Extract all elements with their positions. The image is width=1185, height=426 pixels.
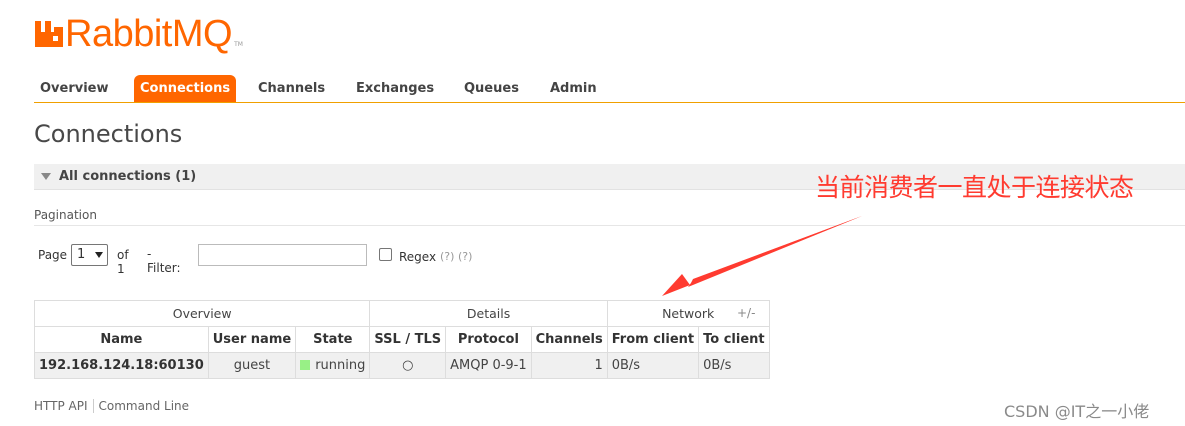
ssl-cell: ○ <box>369 352 447 379</box>
group-details: Details <box>369 300 608 327</box>
chevron-down-icon <box>95 252 103 258</box>
user-name-cell: guest <box>207 352 297 379</box>
filter-input[interactable] <box>198 244 367 266</box>
connections-table: Overview Details Network Name User name … <box>33 300 770 379</box>
collapse-arrow-icon <box>41 173 51 180</box>
group-overview: Overview <box>33 300 371 327</box>
tab-connections[interactable]: Connections <box>134 75 237 102</box>
http-api-link[interactable]: HTTP API <box>34 399 88 413</box>
protocol-cell: AMQP 0-9-1 <box>445 352 532 379</box>
regex-checkbox[interactable] <box>379 248 392 261</box>
connection-name-link[interactable]: 192.168.124.18:60130 <box>34 352 209 379</box>
page-label: Page <box>38 248 68 262</box>
col-protocol[interactable]: Protocol <box>445 326 532 353</box>
footer-divider <box>92 399 94 413</box>
col-channels[interactable]: Channels <box>530 326 608 353</box>
brand-tm: TM <box>234 41 243 48</box>
col-to-client[interactable]: To client <box>698 326 770 353</box>
tab-overview[interactable]: Overview <box>40 75 109 102</box>
tab-exchanges[interactable]: Exchanges <box>356 75 434 102</box>
section-label: All connections (1) <box>59 169 197 184</box>
col-state[interactable]: State <box>295 326 371 353</box>
page-select-value: 1 <box>77 247 86 262</box>
col-user-name[interactable]: User name <box>207 326 297 353</box>
page-select[interactable]: 1 <box>71 244 108 266</box>
pagination-heading: Pagination <box>34 208 97 222</box>
from-client-cell: 0B/s <box>606 352 700 379</box>
running-status-icon <box>300 360 311 370</box>
main-nav: Overview Connections Channels Exchanges … <box>34 75 1185 103</box>
page-count: of 1 <box>117 248 129 276</box>
regex-help-link[interactable]: (?) <box>440 250 454 263</box>
tab-channels[interactable]: Channels <box>258 75 325 102</box>
rabbitmq-logo[interactable]: RabbitMQ TM <box>34 13 243 55</box>
rabbitmq-logo-icon <box>35 21 63 47</box>
watermark: CSDN @IT之一小佬 <box>1004 402 1150 421</box>
column-toggle-link[interactable]: +/- <box>737 306 755 320</box>
page-title: Connections <box>34 120 183 148</box>
col-name[interactable]: Name <box>34 326 209 353</box>
tab-admin[interactable]: Admin <box>550 75 597 102</box>
annotation-text: 当前消费者一直处于连接状态 <box>815 173 1134 202</box>
regex-help-link-2[interactable]: (?) <box>458 250 472 263</box>
table-row[interactable]: 192.168.124.18:60130 guest running ○ AMQ… <box>34 352 770 379</box>
tab-queues[interactable]: Queues <box>464 75 519 102</box>
channels-cell: 1 <box>530 352 608 379</box>
col-ssl-tls[interactable]: SSL / TLS <box>369 326 447 353</box>
footer: HTTP API Command Line <box>34 399 189 413</box>
state-cell: running <box>295 352 371 379</box>
regex-label: Regex <box>399 250 437 264</box>
filter-label: - Filter: <box>147 247 181 275</box>
col-from-client[interactable]: From client <box>606 326 700 353</box>
to-client-cell: 0B/s <box>698 352 770 379</box>
command-line-link[interactable]: Command Line <box>99 399 190 413</box>
state-text: running <box>315 358 366 373</box>
brand-name: RabbitMQ <box>65 13 233 55</box>
divider <box>34 225 1185 226</box>
